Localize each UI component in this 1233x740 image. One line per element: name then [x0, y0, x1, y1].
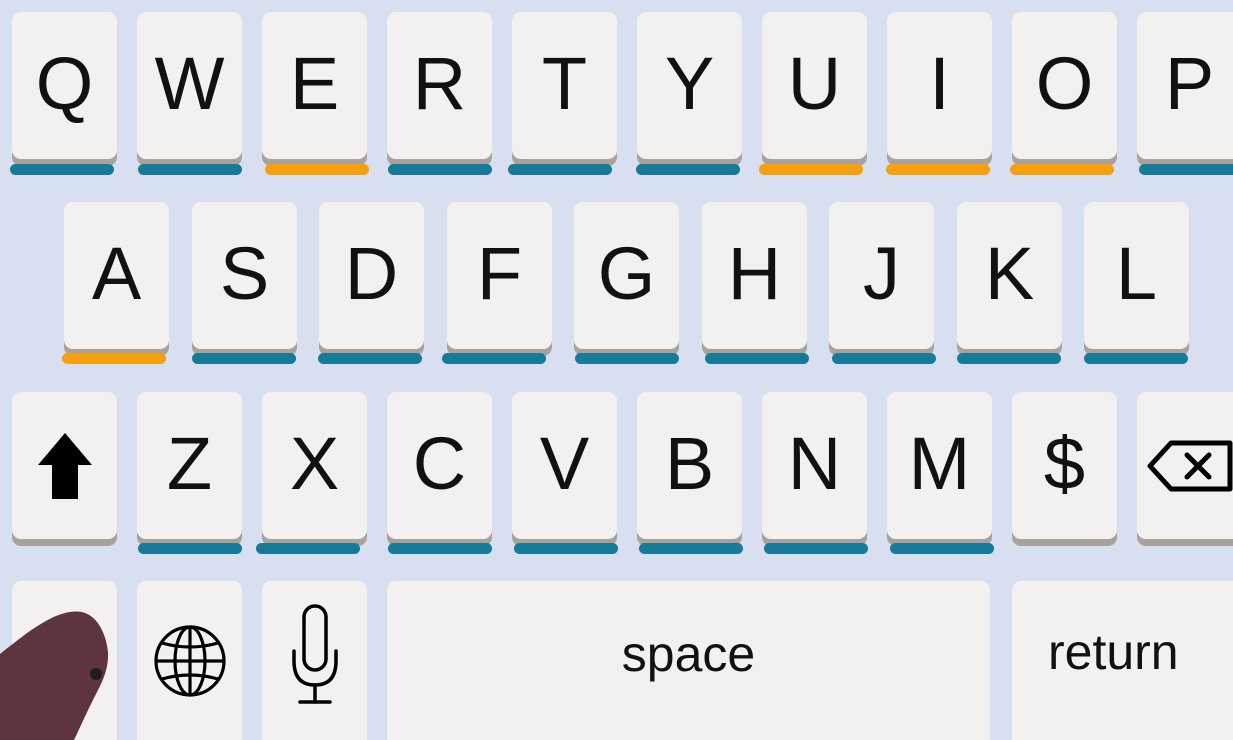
key-j[interactable]: J [829, 202, 934, 349]
backspace-key[interactable] [1137, 392, 1233, 539]
key-label: D [344, 231, 399, 315]
key-label: J [863, 231, 900, 315]
globe-icon [153, 625, 226, 697]
numbers-key[interactable] [12, 581, 117, 740]
key-underline [138, 543, 242, 554]
key-underline [318, 353, 422, 364]
key-underline [1084, 353, 1188, 364]
key-z[interactable]: Z [137, 392, 242, 539]
key-n[interactable]: N [762, 392, 867, 539]
key-underline [832, 353, 936, 364]
globe-key[interactable] [137, 581, 242, 740]
key-label: R [412, 41, 467, 125]
shift-arrow-icon [37, 432, 92, 499]
key-label: Z [166, 421, 213, 505]
key-underline [639, 543, 743, 554]
key-c[interactable]: C [387, 392, 492, 539]
key-underline [890, 543, 994, 554]
key-label: Y [664, 41, 715, 125]
key-l[interactable]: L [1084, 202, 1189, 349]
key-underline [764, 543, 868, 554]
key-underline [62, 353, 166, 364]
key-label: A [91, 231, 142, 315]
key-u[interactable]: U [762, 12, 867, 159]
key-x[interactable]: X [262, 392, 367, 539]
key-underline [705, 353, 809, 364]
key-label: $ [1043, 421, 1086, 505]
key-b[interactable]: B [637, 392, 742, 539]
key-label: F [476, 231, 523, 315]
key-label: C [412, 421, 467, 505]
key-label: K [984, 231, 1035, 315]
key-y[interactable]: Y [637, 12, 742, 159]
return-label: return [1048, 624, 1179, 680]
backspace-icon [1147, 440, 1233, 491]
key-label: G [597, 231, 656, 315]
key-underline [514, 543, 618, 554]
microphone-icon [291, 604, 338, 704]
key-label: T [541, 41, 588, 125]
key-underline [886, 164, 990, 175]
key-h[interactable]: H [702, 202, 807, 349]
key-p[interactable]: P [1137, 12, 1233, 159]
key-label: I [929, 41, 950, 125]
key-k[interactable]: K [957, 202, 1062, 349]
key-label: O [1035, 41, 1094, 125]
shift-key[interactable] [12, 392, 117, 539]
key-underline [256, 543, 360, 554]
space-label: space [621, 626, 756, 682]
key-f[interactable]: F [447, 202, 552, 349]
key-label: X [289, 421, 340, 505]
key-underline [1010, 164, 1114, 175]
key-underline [192, 353, 296, 364]
on-screen-keyboard: Q W E R T Y U I O P A S D F G H J K L Z … [0, 0, 1233, 740]
key-d[interactable]: D [319, 202, 424, 349]
key-r[interactable]: R [387, 12, 492, 159]
key-a[interactable]: A [64, 202, 169, 349]
key-label: Q [35, 41, 94, 125]
key-label: H [727, 231, 782, 315]
return-key[interactable]: return [1012, 581, 1233, 740]
key-label: B [664, 421, 715, 505]
key-label: L [1115, 231, 1158, 315]
key-t[interactable]: T [512, 12, 617, 159]
key-dollar[interactable]: $ [1012, 392, 1117, 539]
key-underline [388, 543, 492, 554]
key-s[interactable]: S [192, 202, 297, 349]
microphone-key[interactable] [262, 581, 367, 740]
key-label: U [787, 41, 842, 125]
key-m[interactable]: M [887, 392, 992, 539]
key-label: V [539, 421, 590, 505]
key-label: P [1164, 41, 1215, 125]
key-underline [1139, 164, 1233, 175]
key-underline [508, 164, 612, 175]
key-underline [265, 164, 369, 175]
key-underline [138, 164, 242, 175]
key-label: W [154, 41, 225, 125]
key-g[interactable]: G [574, 202, 679, 349]
key-underline [388, 164, 492, 175]
key-underline [957, 353, 1061, 364]
key-underline [759, 164, 863, 175]
key-e[interactable]: E [262, 12, 367, 159]
key-q[interactable]: Q [12, 12, 117, 159]
key-label: E [289, 41, 340, 125]
key-label: M [908, 421, 971, 505]
key-v[interactable]: V [512, 392, 617, 539]
space-key[interactable]: space [387, 581, 990, 740]
key-i[interactable]: I [887, 12, 992, 159]
key-underline [575, 353, 679, 364]
key-o[interactable]: O [1012, 12, 1117, 159]
key-w[interactable]: W [137, 12, 242, 159]
key-label: S [219, 231, 270, 315]
key-underline [442, 353, 546, 364]
key-label: N [787, 421, 842, 505]
key-underline [10, 164, 114, 175]
key-underline [636, 164, 740, 175]
